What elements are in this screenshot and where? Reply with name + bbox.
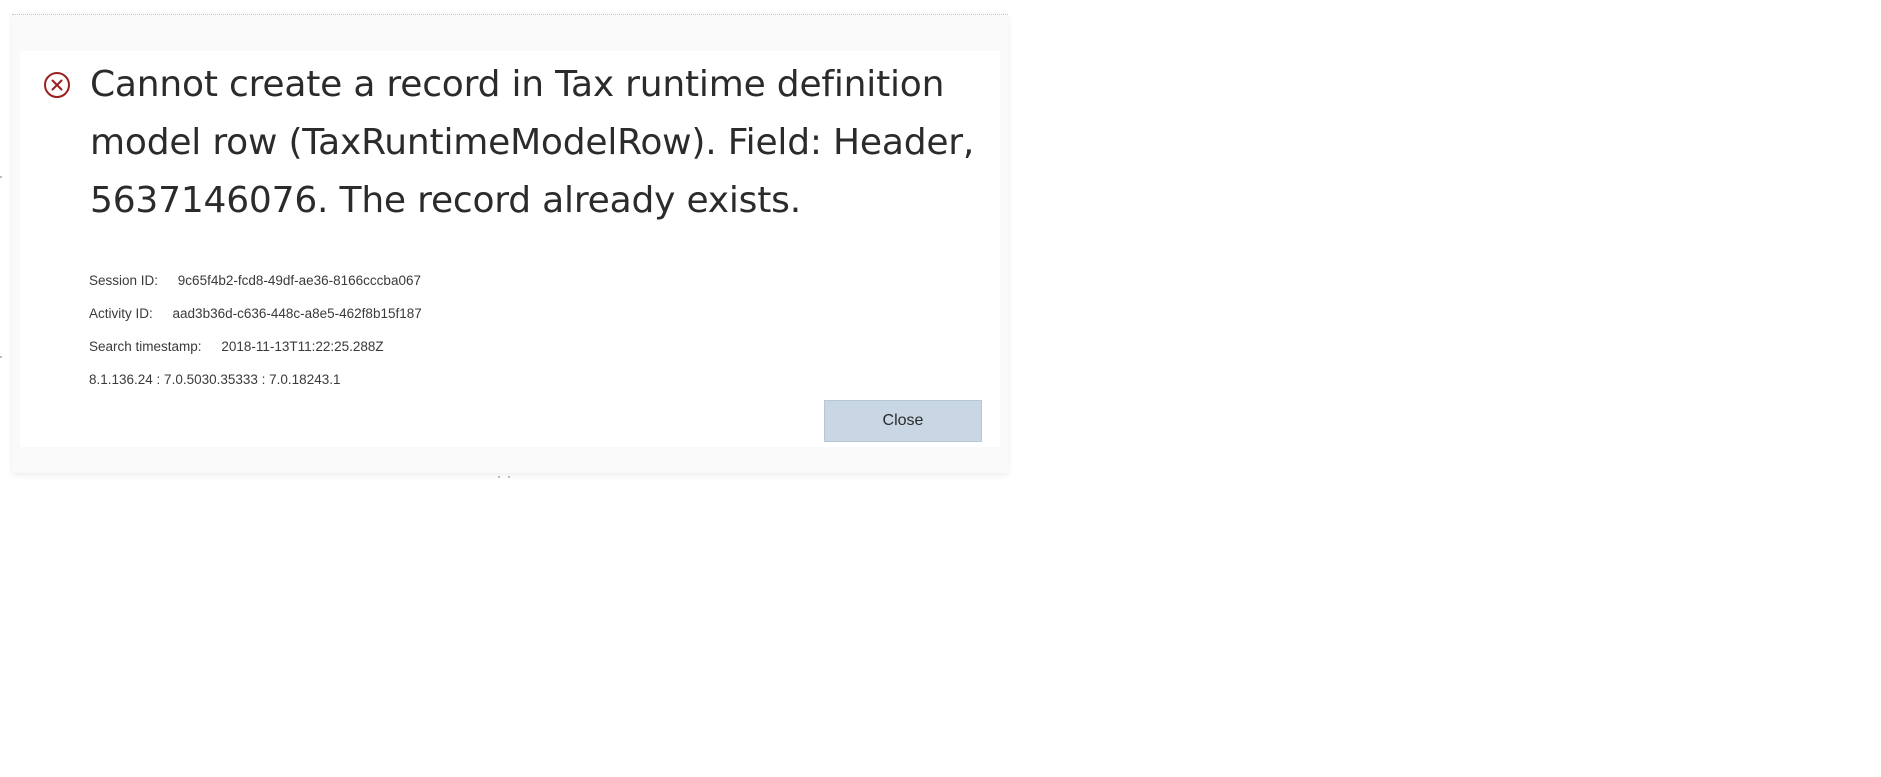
session-id-value: 9c65f4b2-fcd8-49df-ae36-8166cccba067	[177, 273, 421, 288]
error-message-line: Cannot create a record in Tax runtime de…	[90, 64, 945, 105]
error-message: Cannot create a record in Tax runtime de…	[90, 56, 990, 230]
error-message-line: model row (TaxRuntimeModelRow). Field: H…	[90, 122, 975, 163]
artifact-dot	[508, 476, 510, 478]
error-message-line: 5637146076. The record already exists.	[90, 180, 801, 221]
search-timestamp-row: Search timestamp: 2018-11-13T11:22:25.28…	[89, 330, 422, 363]
activity-id-label: Activity ID:	[89, 306, 153, 321]
close-button[interactable]: Close	[824, 400, 982, 442]
search-timestamp-label: Search timestamp:	[89, 339, 202, 354]
artifact-dot	[0, 176, 2, 178]
artifact-dot	[498, 476, 500, 478]
error-details: Session ID: 9c65f4b2-fcd8-49df-ae36-8166…	[89, 264, 422, 396]
error-icon	[44, 72, 70, 98]
artifact-dot	[0, 356, 2, 358]
session-id-row: Session ID: 9c65f4b2-fcd8-49df-ae36-8166…	[89, 264, 422, 297]
search-timestamp-value: 2018-11-13T11:22:25.288Z	[221, 339, 384, 354]
activity-id-row: Activity ID: aad3b36d-c636-448c-a8e5-462…	[89, 297, 422, 330]
activity-id-value: aad3b36d-c636-448c-a8e5-462f8b15f187	[172, 306, 422, 321]
version-text: 8.1.136.24 : 7.0.5030.35333 : 7.0.18243.…	[89, 372, 341, 387]
error-x-glyph	[51, 79, 63, 91]
session-id-label: Session ID:	[89, 273, 159, 288]
